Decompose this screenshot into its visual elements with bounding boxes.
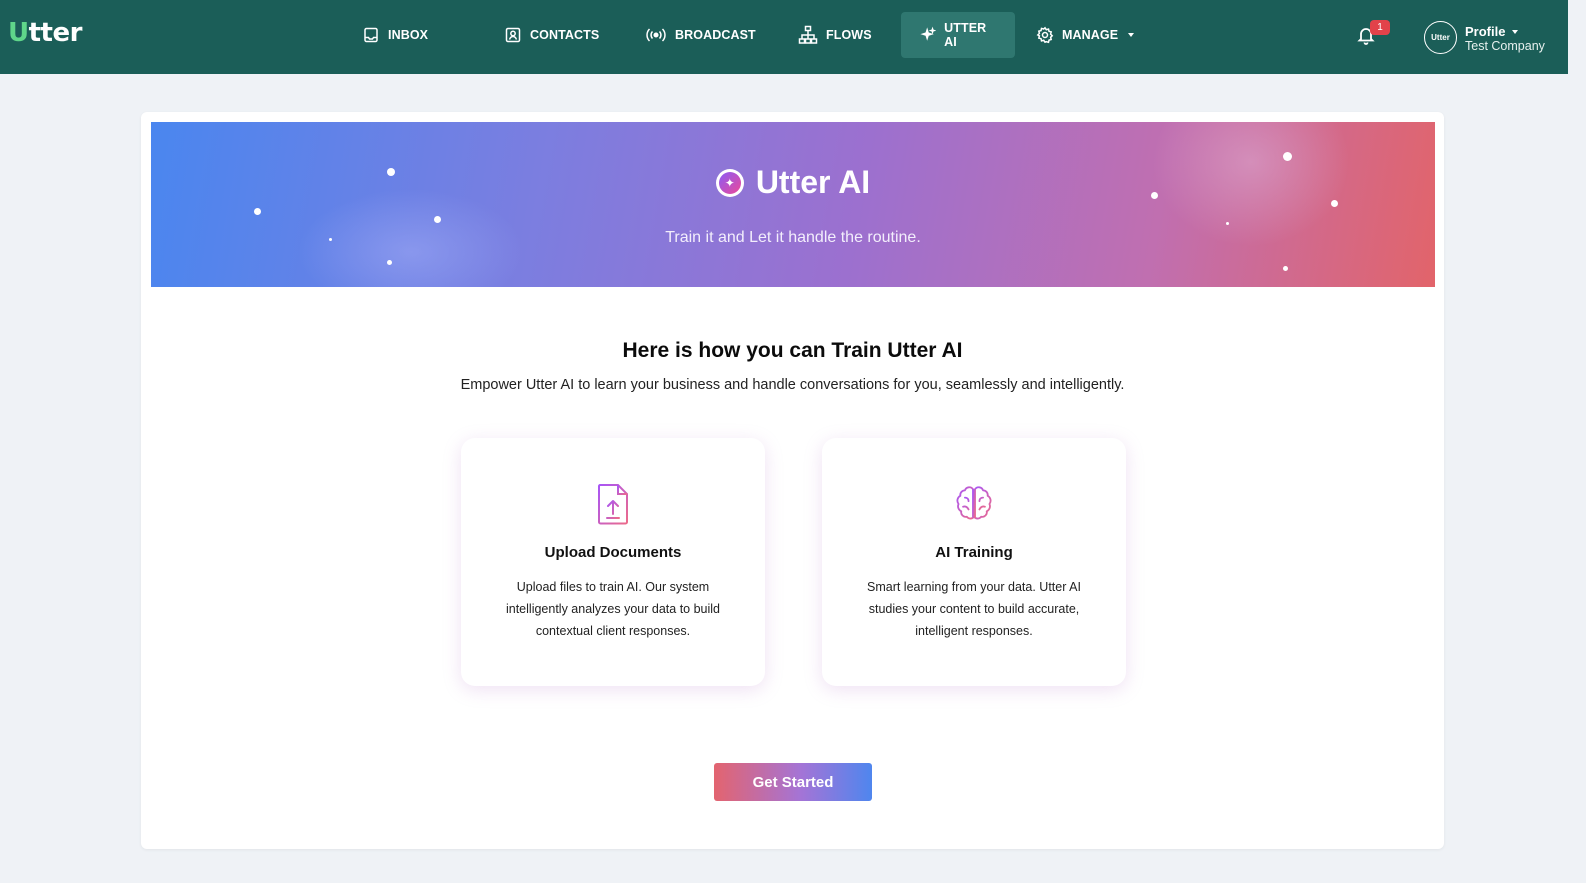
flows-icon [798,25,818,44]
feature-card-ai-training: AI Training Smart learning from your dat… [822,438,1126,686]
section-title: Here is how you can Train Utter AI [622,339,963,362]
nav-manage-label: MANAGE [1062,28,1119,42]
broadcast-icon [646,28,666,42]
nav-inbox[interactable]: INBOX [352,12,438,58]
nav-contacts[interactable]: CONTACTS [494,12,609,58]
file-upload-icon [598,484,628,525]
nav-flows-label: FLOWS [826,28,872,42]
chevron-down-icon [1512,29,1519,34]
decorative-dot [1283,152,1292,161]
chevron-down-icon [1128,33,1135,37]
gear-icon [1036,26,1054,44]
brain-icon [956,486,992,520]
hero-subtitle: Train it and Let it handle the routine. [665,229,921,246]
utter-ai-logo-icon: ✦ [715,168,744,197]
nav-broadcast-label: BROADCAST [675,28,756,42]
nav-inbox-label: INBOX [388,28,429,42]
nav-utter-ai[interactable]: UTTER AI [901,12,1015,58]
notification-count-badge: 1 [1370,20,1390,35]
decorative-dot [254,208,261,215]
avatar[interactable]: Utter [1424,21,1457,54]
feature-description: Upload files to train AI. Our system int… [505,580,721,638]
nav-manage[interactable]: MANAGE [1026,12,1144,58]
profile-name-label: Profile [1465,24,1506,39]
contacts-icon [505,27,521,43]
nav-flows[interactable]: FLOWS [788,12,882,58]
logo-text: tter [28,18,83,48]
feature-title: AI Training [935,544,1013,561]
decorative-dot [1226,222,1229,225]
feature-card-upload-documents: Upload Documents Upload files to train A… [461,438,765,686]
sparkle-icon [920,26,937,41]
decorative-dot [1331,200,1338,207]
feature-description: Smart learning from your data. Utter AI … [867,580,1081,638]
nav-utter-ai-label: UTTER AI [944,21,987,49]
decorative-dot [434,216,441,223]
get-started-button[interactable]: Get Started [714,763,872,801]
nav-broadcast[interactable]: BROADCAST [635,12,766,58]
top-nav-bar: Utter INBOX CONTACTS BROADCAST FLOWS UTT… [0,0,1568,74]
decorative-dot [1283,266,1288,271]
utter-logo[interactable]: Utter [8,18,82,48]
decorative-dot [387,260,392,265]
feature-title: Upload Documents [544,544,682,561]
nav-contacts-label: CONTACTS [530,28,600,42]
hero-banner: ✦ Utter AI Train it and Let it handle th… [151,122,1435,287]
profile-company-label: Test Company [1465,39,1545,53]
section-subtitle: Empower Utter AI to learn your business … [460,377,1125,393]
logo-initial: U [8,18,29,48]
profile-menu[interactable]: Profile [1465,24,1519,39]
hero-title-text: Utter AI [755,164,871,200]
inbox-icon [364,27,378,43]
hero-title: ✦ Utter AI [151,164,1435,201]
